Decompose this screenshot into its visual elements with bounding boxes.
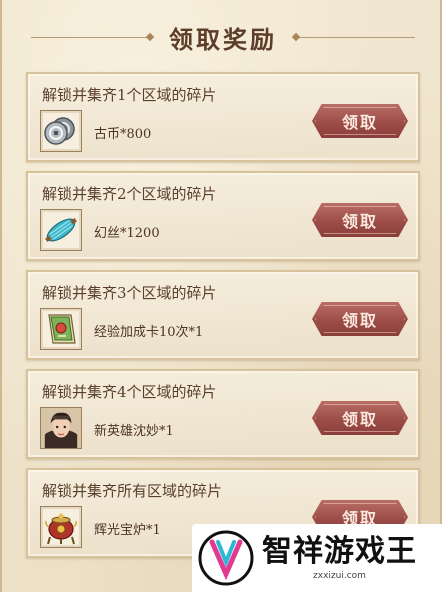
reward-item-slot[interactable] — [40, 407, 82, 449]
claim-button-label: 领取 — [341, 311, 378, 330]
header-divider-left — [31, 36, 151, 38]
reward-item-name: 新英雄沈妙*1 — [94, 424, 174, 439]
claim-button[interactable]: 领取 — [312, 401, 408, 435]
reward-condition: 解锁并集齐所有区域的碎片 — [42, 482, 223, 500]
watermark-name: 智祥游戏王 — [262, 534, 417, 569]
site-logo-icon — [198, 530, 254, 586]
reward-item-slot[interactable] — [40, 209, 82, 251]
reward-item-name: 古币*800 — [94, 127, 152, 142]
reward-item-slot[interactable] — [40, 506, 82, 548]
reward-condition: 解锁并集齐3个区域的碎片 — [42, 284, 217, 302]
reward-card-4: 解锁并集齐4个区域的碎片 新英雄沈妙*1 领取 — [26, 369, 420, 459]
claim-button-label: 领取 — [341, 212, 378, 231]
reward-condition: 解锁并集齐1个区域的碎片 — [42, 86, 217, 104]
claim-button[interactable]: 领取 — [312, 302, 408, 336]
reward-card-2: 解锁并集齐2个区域的碎片 幻丝*1200 领取 — [26, 171, 420, 261]
reward-condition: 解锁并集齐4个区域的碎片 — [42, 383, 217, 401]
exp-card-icon — [48, 314, 76, 344]
watermark-url: zxxizui.com — [313, 571, 366, 581]
silk-spool-icon — [45, 218, 77, 242]
reward-panel: 领取奖励 解锁并集齐1个区域的碎片 古币*800 领取 解锁并集齐2个区域的碎片 — [0, 0, 442, 592]
page-title: 领取奖励 — [169, 24, 277, 54]
reward-item-name: 经验加成卡10次*1 — [94, 325, 204, 340]
claim-button[interactable]: 领取 — [312, 104, 408, 138]
treasure-furnace-icon — [45, 513, 77, 545]
panel-header: 领取奖励 — [2, 14, 442, 60]
reward-item-name: 幻丝*1200 — [94, 226, 160, 241]
reward-item-slot[interactable] — [40, 308, 82, 350]
site-watermark: 智祥游戏王 zxxizui.com — [192, 524, 442, 592]
hero-portrait-icon — [41, 408, 81, 448]
reward-condition: 解锁并集齐2个区域的碎片 — [42, 185, 217, 203]
claim-button-label: 领取 — [341, 113, 378, 132]
claim-button-label: 领取 — [341, 410, 378, 429]
reward-card-1: 解锁并集齐1个区域的碎片 古币*800 领取 — [26, 72, 420, 162]
reward-item-slot[interactable] — [40, 110, 82, 152]
reward-item-name: 辉光宝炉*1 — [94, 523, 161, 538]
claim-button[interactable]: 领取 — [312, 203, 408, 237]
coins-icon — [44, 117, 75, 145]
header-divider-right — [295, 36, 415, 38]
reward-card-3: 解锁并集齐3个区域的碎片 经验加成卡10次*1 领取 — [26, 270, 420, 360]
